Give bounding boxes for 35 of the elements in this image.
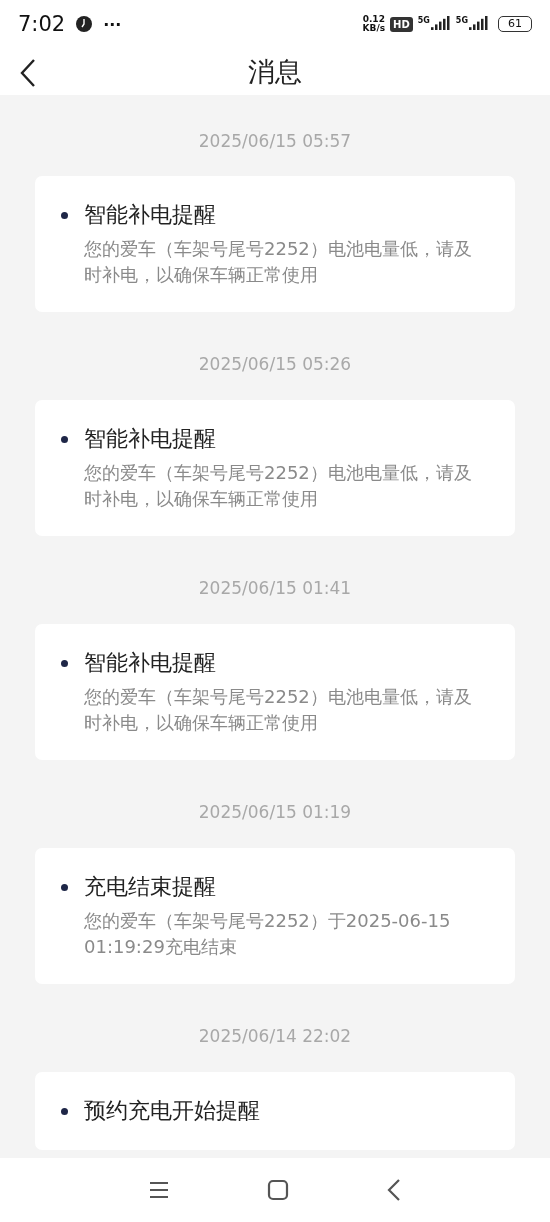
network-speed: 0.12 KB/s: [362, 15, 386, 33]
message-timestamp: 2025/06/15 05:26: [198, 353, 352, 376]
hd-badge: HD: [390, 16, 413, 32]
message-timestamp: 2025/06/15 01:19: [198, 801, 352, 824]
status-time: 7:02: [18, 12, 66, 36]
message-card[interactable]: 智能补电提醒 您的爱车（车架号尾号2252）电池电量低，请及时补电，以确保车辆正常使用: [35, 624, 515, 760]
message-title: 智能补电提醒: [84, 201, 216, 229]
battery-level: 61: [498, 16, 532, 32]
bullet-icon: [61, 659, 68, 667]
message-timestamp: 2025/06/15 01:41: [198, 577, 352, 600]
bullet-icon: [61, 435, 68, 443]
bullet-icon: [61, 211, 68, 219]
message-title: 预约充电开始提醒: [84, 1097, 260, 1125]
message-card[interactable]: 智能补电提醒 您的爱车（车架号尾号2252）电池电量低，请及时补电，以确保车辆正常使用: [35, 176, 515, 312]
message-card[interactable]: 预约充电开始提醒: [35, 1072, 515, 1150]
message-body: 您的爱车（车架号尾号2252）电池电量低，请及时补电，以确保车辆正常使用: [83, 461, 473, 511]
message-card[interactable]: 充电结束提醒 您的爱车（车架号尾号2252）于2025-06-15 01:19:29充电结束: [35, 848, 515, 984]
clock-icon: [75, 15, 94, 33]
bullet-icon: [61, 1107, 68, 1115]
network-label: 5G: [417, 16, 430, 25]
more-indicator: ···: [103, 14, 122, 34]
network-label: 5G: [455, 16, 468, 25]
signal-icon: [469, 16, 489, 32]
message-body: 您的爱车（车架号尾号2252）电池电量低，请及时补电，以确保车辆正常使用: [83, 237, 473, 287]
message-timestamp: 2025/06/15 05:57: [198, 130, 352, 153]
message-body: 您的爱车（车架号尾号2252）电池电量低，请及时补电，以确保车辆正常使用: [83, 685, 473, 735]
message-body: 您的爱车（车架号尾号2252）于2025-06-15 01:19:29充电结束: [83, 909, 452, 959]
message-title: 智能补电提醒: [84, 425, 216, 453]
message-card[interactable]: 智能补电提醒 您的爱车（车架号尾号2252）电池电量低，请及时补电，以确保车辆正常使用: [35, 400, 515, 536]
signal-icon: [430, 16, 451, 32]
bullet-icon: [61, 883, 68, 891]
page-title: 消息: [248, 54, 302, 89]
message-title: 智能补电提醒: [84, 649, 216, 677]
message-title: 充电结束提醒: [84, 873, 216, 901]
message-timestamp: 2025/06/14 22:02: [198, 1025, 352, 1048]
